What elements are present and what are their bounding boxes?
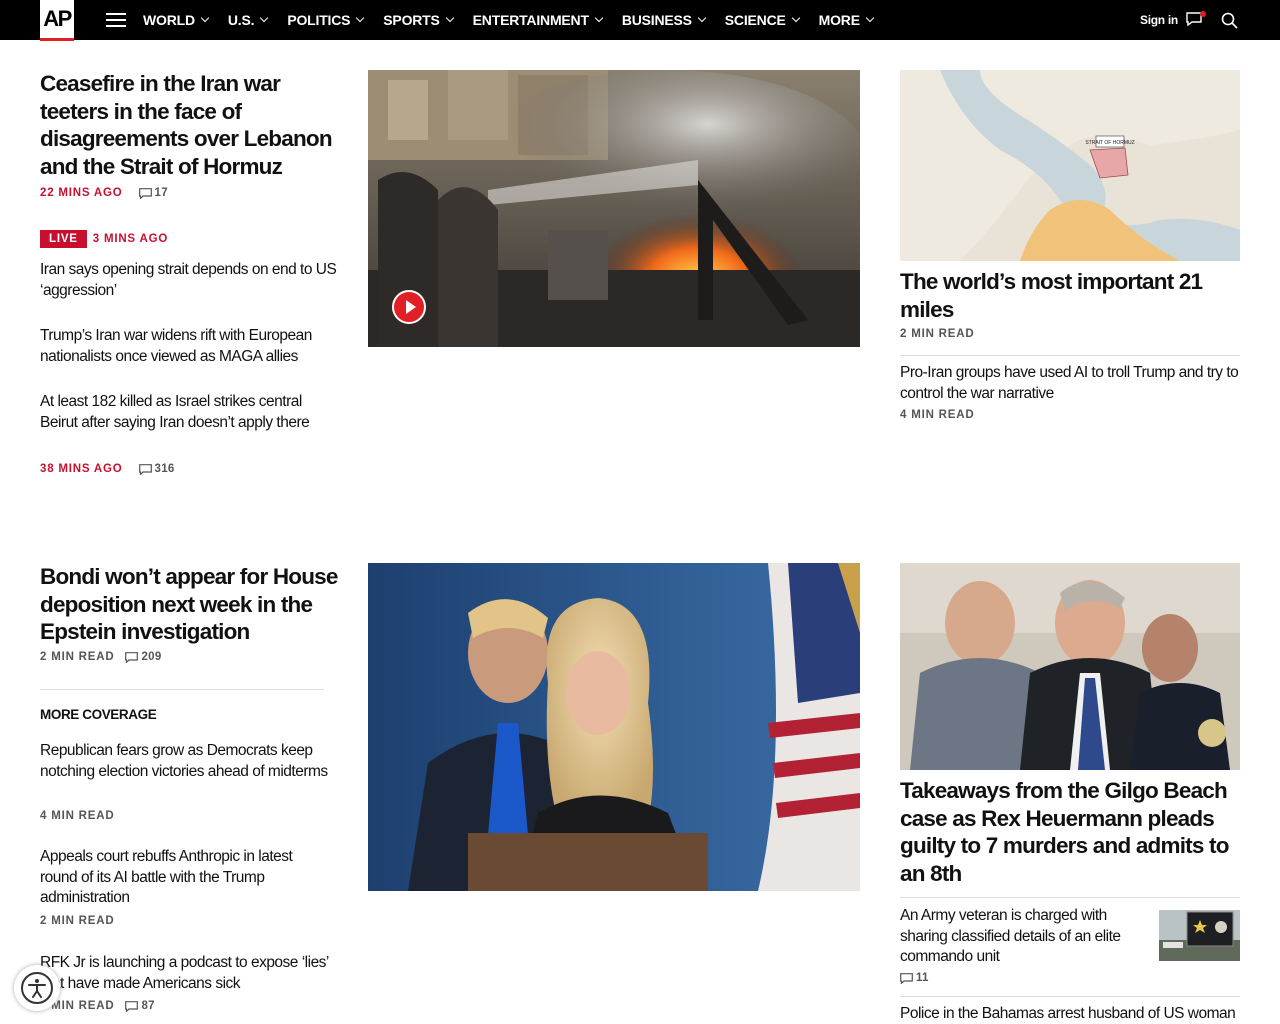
comment-icon (138, 187, 152, 199)
nav-item-us[interactable]: U.S. (228, 12, 269, 28)
divider (900, 355, 1240, 356)
headline-important-21-miles[interactable]: The world’s most important 21 miles (900, 268, 1220, 323)
comment-icon (900, 972, 913, 984)
chevron-down-icon (791, 13, 800, 23)
read-time: 2 MIN READ (900, 328, 975, 340)
bondi-press-briefing-image[interactable] (368, 563, 860, 891)
related-headline-beirut[interactable]: At least 182 killed as Israel strikes ce… (40, 392, 332, 433)
read-time: 2 MIN READ (40, 915, 115, 927)
nav-item-sports[interactable]: SPORTS (383, 12, 454, 28)
comment-count[interactable]: 11 (900, 972, 929, 984)
comment-icon (125, 651, 139, 663)
divider (900, 897, 1240, 898)
main-nav: WORLD U.S. POLITICS SPORTS ENTERTAINMENT… (143, 0, 893, 40)
map-label-strait: STRAIT OF HORMUZ (1085, 140, 1134, 146)
ap-logo[interactable]: AP (40, 0, 74, 41)
related-headline-rift[interactable]: Trump’s Iran war widens rift with Europe… (40, 326, 340, 367)
lead-video-thumbnail[interactable] (368, 70, 860, 347)
chevron-down-icon (445, 13, 454, 23)
nav-item-entertainment[interactable]: ENTERTAINMENT (473, 12, 604, 28)
map-graphic: STRAIT OF HORMUZ (900, 70, 1240, 261)
coverage-headline-anthropic[interactable]: Appeals court rebuffs Anthropic in lates… (40, 847, 330, 909)
timestamp: 38 MINS AGO (40, 463, 123, 475)
chevron-down-icon (260, 13, 269, 23)
top-navigation-bar: AP WORLD U.S. POLITICS SPORTS ENTERTAINM… (0, 0, 1280, 41)
army-sign-photo (1159, 910, 1240, 961)
read-time: 4 MIN READ (900, 409, 975, 421)
lead-headline-ceasefire[interactable]: Ceasefire in the Iran war teeters in the… (40, 70, 340, 180)
notification-dot (1200, 11, 1206, 17)
coverage-headline-rfk[interactable]: RFK Jr is launching a podcast to expose … (40, 953, 340, 994)
read-time: 4 MIN READ (40, 810, 115, 822)
fire-scene-image (368, 70, 860, 347)
comment-icon (138, 463, 152, 475)
chevron-down-icon (865, 13, 875, 23)
live-timestamp: 3 MINS AGO (92, 233, 169, 245)
nav-item-politics[interactable]: POLITICS (287, 12, 365, 28)
search-icon[interactable] (1221, 12, 1238, 29)
bondi-meta: 2 MIN READ 209 (40, 651, 162, 663)
courtroom-photo (900, 563, 1240, 770)
lead-headline-bondi[interactable]: Bondi won’t appear for House deposition … (40, 563, 340, 646)
live-badge: LIVE (40, 230, 87, 248)
headline-bahamas-arrest[interactable]: Police in the Bahamas arrest husband of … (900, 1004, 1240, 1024)
army-meta: 11 (900, 972, 929, 984)
comment-count[interactable]: 209 (125, 651, 161, 663)
nav-item-world[interactable]: WORLD (143, 12, 210, 28)
accessibility-button[interactable] (14, 965, 60, 1011)
nav-item-more[interactable]: MORE (819, 12, 875, 28)
comment-count[interactable]: 87 (125, 1000, 155, 1012)
chevron-down-icon (356, 13, 365, 23)
chevron-down-icon (697, 13, 707, 23)
lead-meta: 22 MINS AGO 17 (40, 187, 168, 199)
comment-icon (125, 1000, 139, 1012)
army-veteran-thumbnail[interactable] (1159, 910, 1240, 961)
rfk-meta: 3 MIN READ 87 (40, 1000, 155, 1012)
chevron-down-icon (594, 13, 604, 23)
coverage-headline-republican[interactable]: Republican fears grow as Democrats keep … (40, 741, 330, 782)
headline-pro-iran-ai[interactable]: Pro-Iran groups have used AI to troll Tr… (900, 363, 1240, 404)
gilgo-courtroom-image[interactable] (900, 563, 1240, 770)
more-coverage-heading: MORE COVERAGE (40, 707, 157, 722)
nav-item-business[interactable]: BUSINESS (622, 12, 707, 28)
sign-in-link[interactable]: Sign in (1140, 13, 1178, 27)
nav-item-science[interactable]: SCIENCE (725, 12, 800, 28)
beirut-meta: 38 MINS AGO 316 (40, 463, 175, 475)
read-time: 2 MIN READ (40, 651, 115, 663)
related-headline-strait[interactable]: Iran says opening strait depends on end … (40, 260, 345, 301)
headline-army-veteran[interactable]: An Army veteran is charged with sharing … (900, 906, 1140, 968)
play-icon[interactable] (392, 290, 426, 324)
divider (40, 689, 324, 690)
timestamp: 22 MINS AGO (40, 187, 123, 199)
hamburger-menu-icon[interactable] (106, 13, 126, 27)
live-meta: LIVE 3 MINS AGO (40, 230, 168, 248)
chevron-down-icon (200, 13, 210, 23)
accessibility-icon (21, 972, 53, 1004)
hormuz-map-image[interactable]: STRAIT OF HORMUZ (900, 70, 1240, 261)
headline-gilgo-takeaways[interactable]: Takeaways from the Gilgo Beach case as R… (900, 777, 1230, 887)
divider (900, 996, 1240, 997)
comment-count[interactable]: 17 (138, 187, 168, 199)
press-briefing-photo (368, 563, 860, 891)
comment-count[interactable]: 316 (138, 463, 175, 475)
